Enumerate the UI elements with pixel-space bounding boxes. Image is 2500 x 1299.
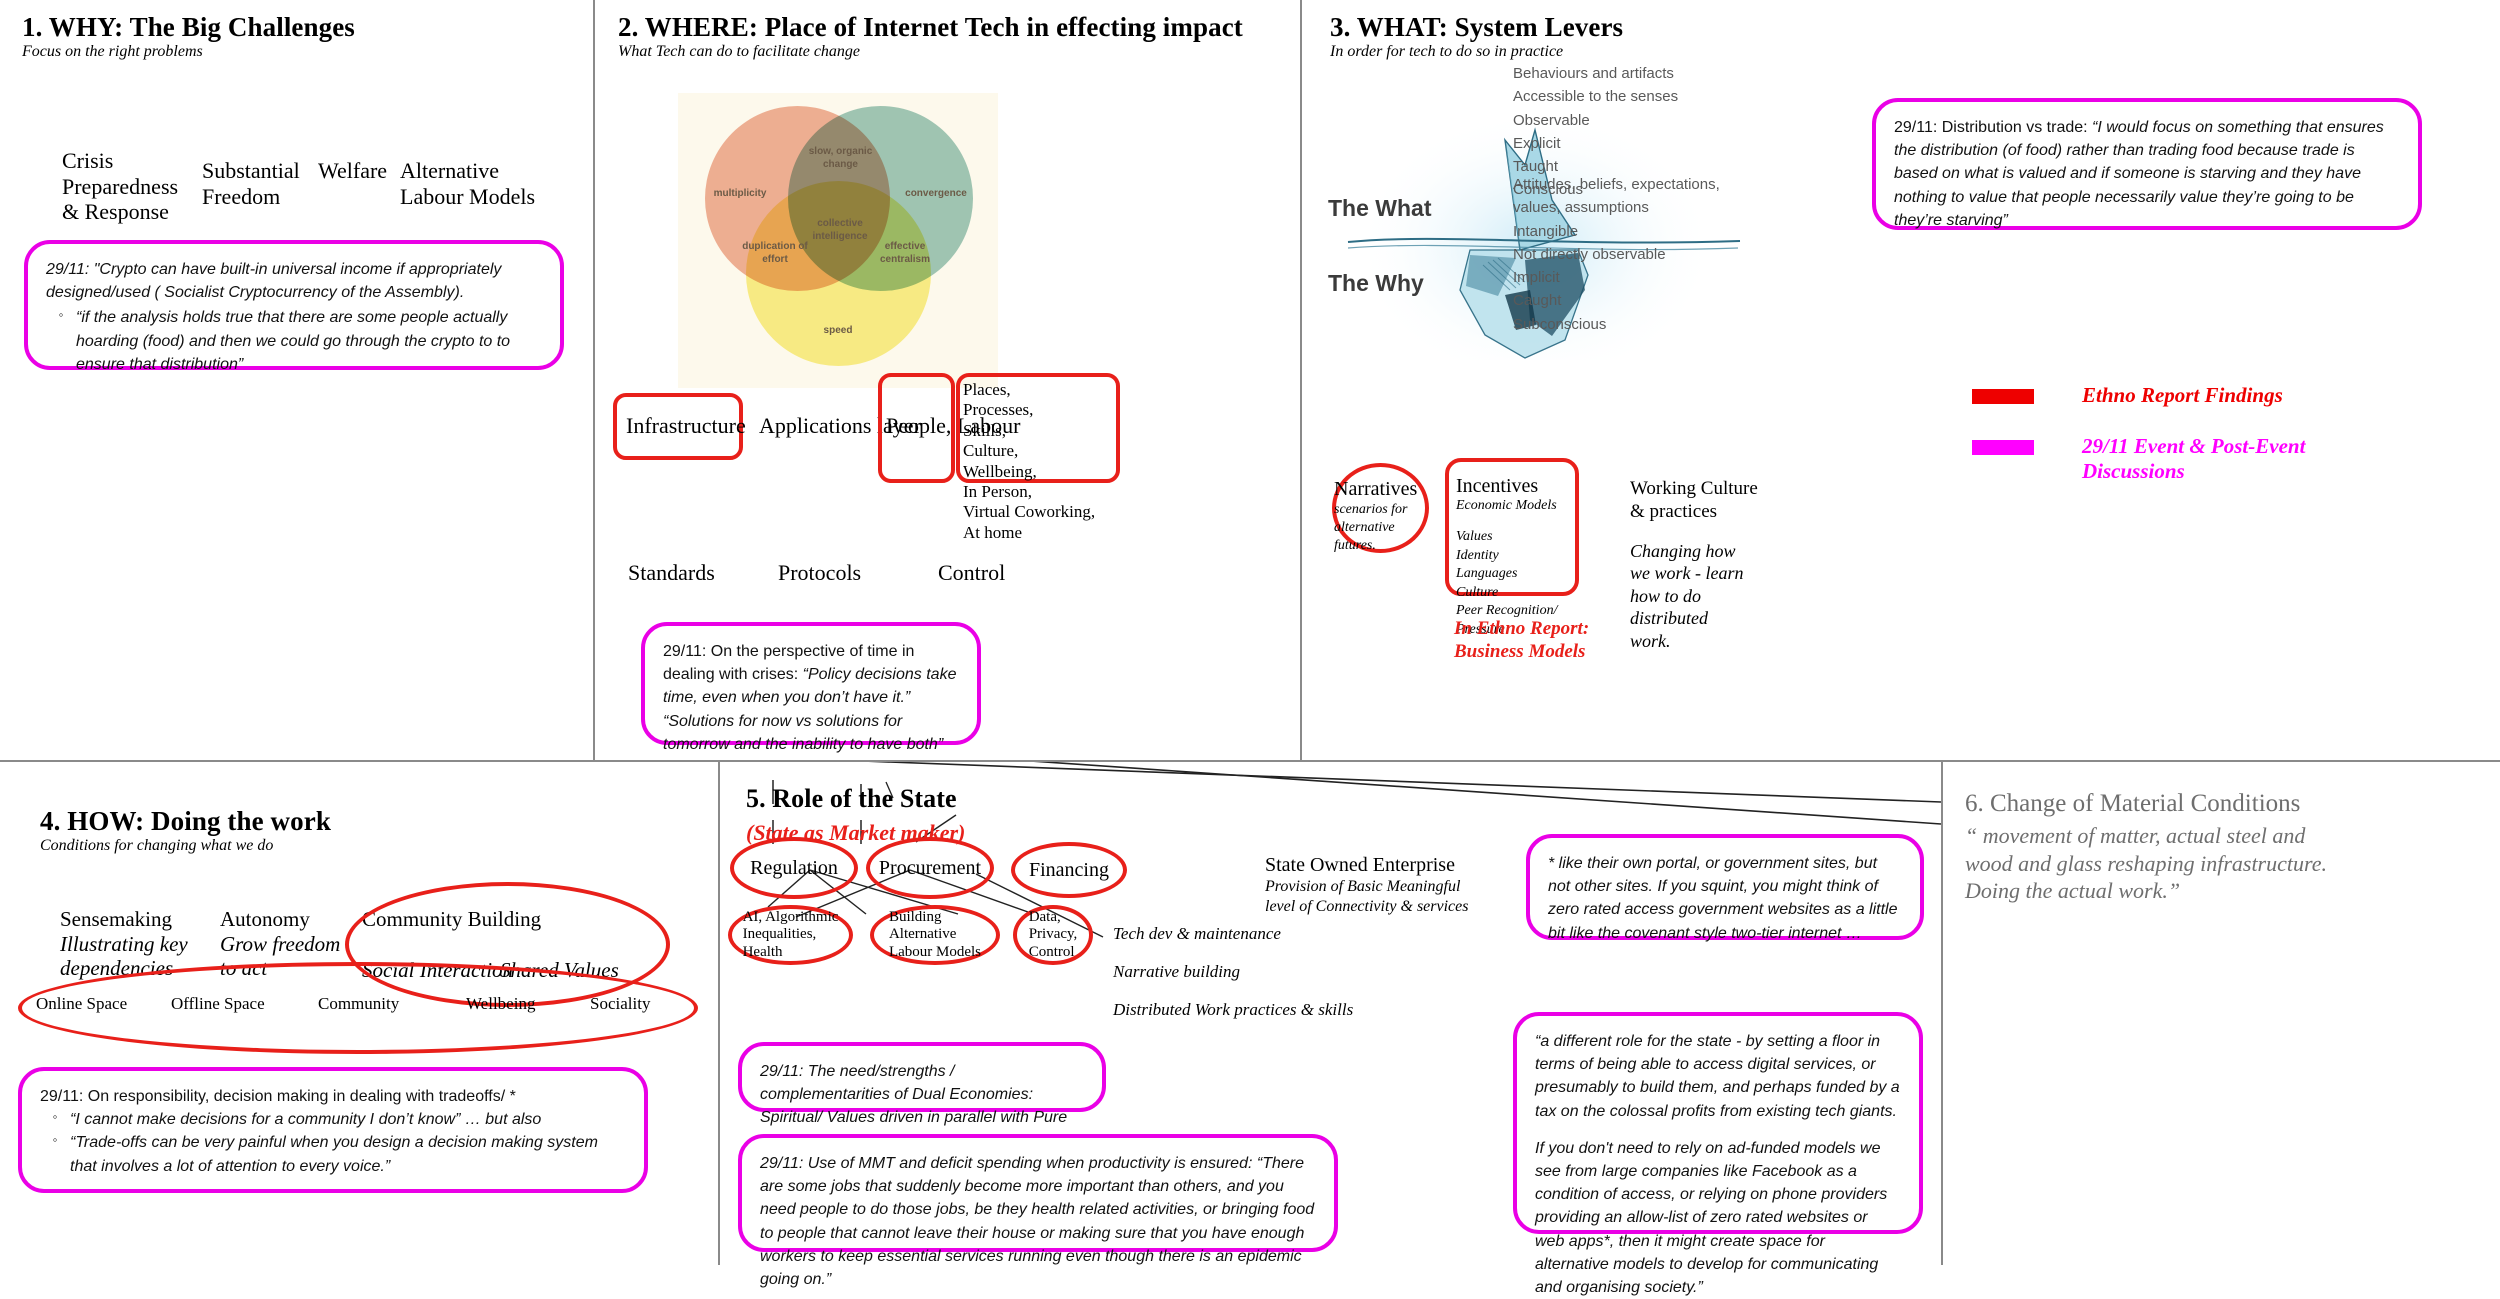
- panel3-subtitle: In order for tech to do so in practice: [1330, 43, 1564, 60]
- panel1-title: 1. WHY: The Big Challenges: [22, 12, 355, 42]
- venn-label-slow-organic-change: slow, organic change: [808, 146, 873, 170]
- panel2-title: 2. WHERE: Place of Internet Tech in effe…: [618, 12, 1243, 42]
- panel3-title: 3. WHAT: System Levers: [1330, 12, 1624, 42]
- oval-data-privacy-control: Data, Privacy, Control: [1013, 905, 1093, 965]
- panel5-note-dual-economies: 29/11: The need/strengths / complementar…: [738, 1042, 1106, 1150]
- venn-label-multiplicity: multiplicity: [713, 188, 767, 199]
- narratives-title: Narratives: [1334, 478, 1418, 500]
- panel3-note: 29/11: Distribution vs trade: “I would f…: [1872, 98, 2422, 230]
- panel5-soe: State Owned Enterprise Provision of Basi…: [1265, 854, 1525, 916]
- legend-label-ethno: Ethno Report Findings: [2082, 383, 2283, 407]
- panel4-note-lead: 29/11: On responsibility, decision makin…: [40, 1088, 516, 1105]
- panel4-note-bullet-1: ◦ “Trade-offs can be very painful when y…: [40, 1131, 626, 1177]
- incentives-title: Incentives: [1456, 475, 1539, 497]
- iceberg-bottom-list: Attitudes, beliefs, expectations, values…: [1513, 176, 1720, 333]
- panel6-subtitle: “ movement of matter, actual steel and w…: [1965, 823, 2328, 903]
- panel3-incentives: Incentives Economic Models Values Identi…: [1456, 475, 1581, 640]
- panel2-note-text: 29/11: On the perspective of time in dea…: [663, 643, 957, 753]
- panel1-note-lead: 29/11: "Crypto can have built-in univers…: [46, 261, 502, 302]
- oval-financing: Financing: [1011, 842, 1127, 898]
- panel5-note-state-role: “a different role for the state - by set…: [1513, 1012, 1923, 1296]
- panel1-keyword-1: Substantial Freedom: [202, 158, 300, 209]
- panel2-detail-list: Places, Processes, Skills, Culture, Well…: [963, 380, 1096, 542]
- panel-role-of-state: 5. Role of the State (State as Market ma…: [718, 762, 1941, 1296]
- venn-diagram: multiplicity convergence speed slow, org…: [678, 93, 998, 388]
- oval-procurement: Procurement: [866, 837, 994, 899]
- panel4-note: 29/11: On responsibility, decision makin…: [18, 1067, 648, 1193]
- side-item-tech-dev: Tech dev & maintenance: [1113, 924, 1281, 943]
- venn-label-convergence: convergence: [905, 188, 967, 199]
- panel2-sublabel-control: Control: [938, 560, 1006, 585]
- panel1-keyword-3: Alternative Labour Models: [400, 158, 536, 209]
- bullet-circle-icon: ◦: [58, 307, 64, 323]
- panel1-subtitle: Focus on the right problems: [22, 43, 203, 60]
- venn-label-duplication-of-effort: duplication of effort: [742, 241, 808, 265]
- bullet-circle-icon: ◦: [52, 1132, 58, 1148]
- panel-material-conditions: 6. Change of Material Conditions “ movem…: [1941, 762, 2500, 1265]
- panel3-working-culture: Working Culture & practices Changing how…: [1630, 478, 1780, 652]
- oval-building-alt-labour: Building Alternative Labour Models: [870, 905, 1000, 965]
- space-wellbeing: Wellbeing: [466, 994, 536, 1013]
- soe-title: State Owned Enterprise: [1265, 854, 1455, 876]
- panel1-note-bullet: ◦ “if the analysis holds true that there…: [46, 306, 542, 376]
- panel2-sublabel-protocols: Protocols: [778, 560, 862, 585]
- panel-where: 2. WHERE: Place of Internet Tech in effe…: [593, 0, 1300, 760]
- panel6-title: 6. Change of Material Conditions: [1965, 790, 2301, 817]
- panel3-note-text: 29/11: Distribution vs trade: “I would f…: [1894, 119, 2384, 229]
- panel4-title: 4. HOW: Doing the work: [40, 806, 331, 836]
- space-online: Online Space: [36, 994, 128, 1013]
- panel5-note2-text: 29/11: Use of MMT and deficit spending w…: [760, 1155, 1315, 1288]
- panel-why: 1. WHY: The Big Challenges Focus on the …: [0, 0, 593, 760]
- side-item-distributed-work: Distributed Work practices & skills: [1113, 1000, 1354, 1019]
- panel5-side-items: Tech dev & maintenance Narrative buildin…: [1113, 924, 1353, 1020]
- space-community: Community: [318, 994, 400, 1013]
- oval-regulation: Regulation: [730, 837, 858, 899]
- panel2-sublabel-standards: Standards: [628, 560, 715, 585]
- working-culture-body: Changing how we work - learn how to do d…: [1630, 540, 1744, 651]
- soe-sub: Provision of Basic Meaningful level of C…: [1265, 878, 1469, 915]
- legend-swatch-ethno: [1972, 389, 2034, 404]
- legend-label-event: 29/11 Event & Post-Event Discussions: [2082, 433, 2306, 483]
- panel5-note-mmt: 29/11: Use of MMT and deficit spending w…: [738, 1134, 1338, 1288]
- panel-what: 3. WHAT: System Levers In order for tech…: [1300, 0, 2500, 760]
- iceberg-label-why: The Why: [1328, 270, 1424, 296]
- panel4-subtitle: Conditions for changing what we do: [40, 837, 274, 854]
- panel-how: 4. HOW: Doing the work Conditions for ch…: [0, 762, 718, 1265]
- working-culture-title: Working Culture & practices: [1630, 478, 1758, 522]
- panel1-note: 29/11: "Crypto can have built-in univers…: [24, 240, 564, 373]
- panel4-note-bullet-0: ◦ “I cannot make decisions for a communi…: [40, 1108, 626, 1131]
- panel5-note-portal: * like their own portal, or government s…: [1526, 834, 1924, 942]
- venn-label-speed: speed: [823, 325, 853, 336]
- col-head-autonomy: Autonomy: [220, 907, 310, 931]
- panel5-note4-p2: If you don't need to rely on ad-funded m…: [1535, 1139, 1888, 1296]
- side-item-narrative: Narrative building: [1113, 962, 1241, 981]
- panel3-narratives: Narratives scenarios for alternative fut…: [1334, 478, 1444, 555]
- panel1-keyword-0: Crisis Preparedness & Response: [62, 148, 179, 225]
- venn-label-effective-centralism: effective centralism: [879, 241, 931, 265]
- iceberg-label-what: The What: [1328, 195, 1432, 221]
- panel5-title: 5. Role of the State: [746, 784, 957, 813]
- legend-swatch-event: [1972, 439, 2034, 455]
- panel1-keyword-2: Welfare: [318, 158, 388, 183]
- panel2-layer-infrastructure: Infrastructure: [626, 413, 746, 438]
- bullet-circle-icon: ◦: [52, 1109, 58, 1125]
- narratives-body: scenarios for alternative futures.: [1334, 502, 1408, 553]
- col-head-sensemaking: Sensemaking: [60, 907, 172, 931]
- legend: Ethno Report Findings 29/11 Event & Post…: [1972, 383, 2322, 483]
- incentives-subtitle: Economic Models: [1456, 498, 1557, 513]
- space-sociality: Sociality: [590, 994, 651, 1013]
- venn-circle-speed: [746, 181, 931, 366]
- venn-label-collective-intelligence: collective intelligence: [812, 218, 868, 242]
- ethno-report-tag: In Ethno Report: Business Models: [1454, 618, 1590, 662]
- oval-ai-algorithmic: AI, Algorithmic Inequalities, Health: [728, 905, 853, 965]
- panel5-note3-text: * like their own portal, or government s…: [1548, 855, 1898, 942]
- space-offline: Offline Space: [171, 994, 265, 1013]
- panel2-note: 29/11: On the perspective of time in dea…: [641, 622, 981, 753]
- panel5-note4-p1: “a different role for the state - by set…: [1535, 1033, 1900, 1120]
- panel2-subtitle: What Tech can do to facilitate change: [618, 43, 861, 60]
